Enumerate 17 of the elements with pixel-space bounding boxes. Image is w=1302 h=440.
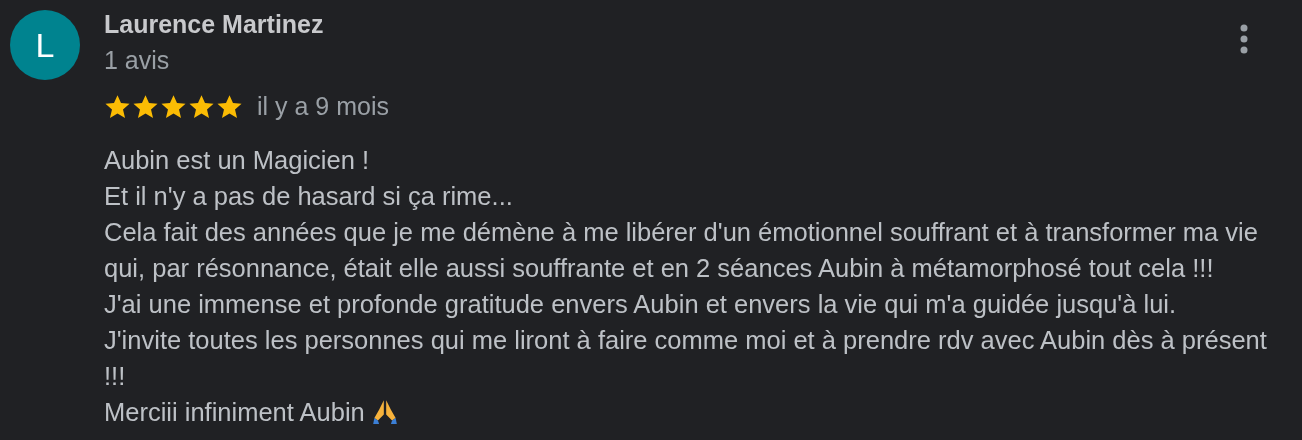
avatar[interactable]: L: [10, 10, 80, 80]
more-options-icon[interactable]: [1240, 24, 1248, 54]
author-name[interactable]: Laurence Martinez: [104, 10, 324, 38]
star-icon: [104, 93, 131, 120]
star-icon: [132, 93, 159, 120]
review-text: Merciii infiniment Aubin: [104, 394, 1290, 430]
review-text: Cela fait des années que je me démène à me libérer d'un émotionnel souffrant et à transformer ma vie qui, par résonnance, était elle aussi souffrante et en 2 séances Aubin à métamorphosé tout cela !!!: [104, 217, 1259, 284]
star-icon: [188, 93, 215, 120]
review-date: il y a 9 mois: [257, 92, 389, 121]
review-text: J'ai une immense et profonde gratitude envers Aubin et envers la vie qui m'a guidée jusqu'à lui.: [104, 289, 1178, 320]
review-text: Aubin est un Magicien !: [104, 145, 371, 176]
review-text: J'invite toutes les personnes qui me liront à faire comme moi et à prendre rdv avec Aubin dès à présent !!!: [104, 325, 1268, 392]
review-text: Et il n'y a pas de hasard si ça rime...: [104, 181, 514, 212]
praying-hands-icon: [372, 398, 397, 424]
review-count: 1 avis: [104, 45, 170, 76]
star-icon: [160, 93, 187, 120]
star-icon: [216, 93, 243, 120]
